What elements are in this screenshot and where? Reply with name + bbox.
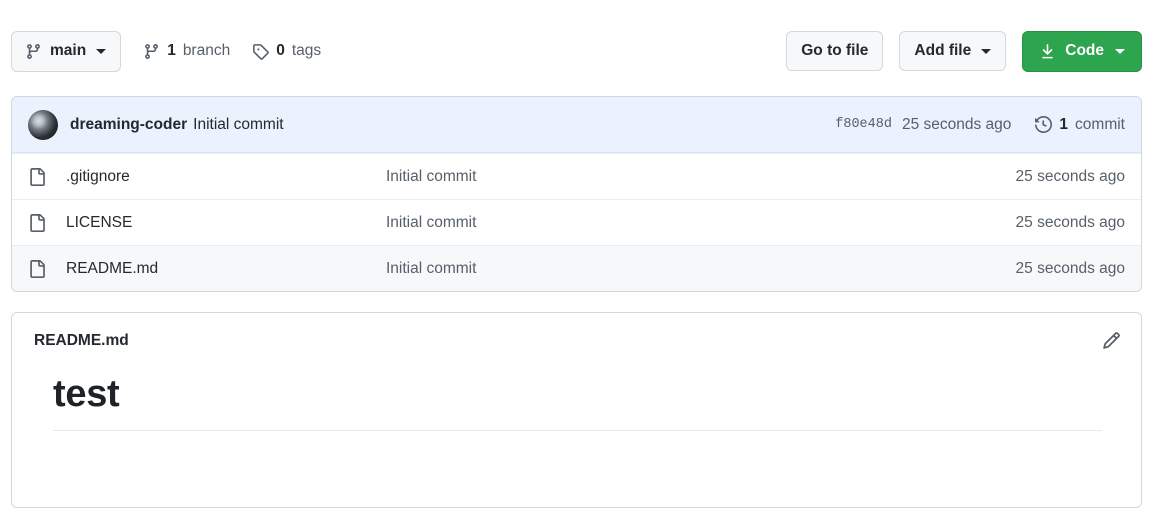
go-to-file-button[interactable]: Go to file — [786, 31, 884, 71]
download-icon — [1039, 43, 1056, 60]
commit-meta: f80e48d 25 seconds ago 1 commit — [835, 116, 1125, 134]
chevron-down-icon — [96, 48, 107, 54]
branches-count: 1 — [167, 42, 176, 59]
table-row[interactable]: README.md Initial commit 25 seconds ago — [12, 245, 1141, 291]
git-branch-icon — [143, 43, 160, 60]
git-branch-icon — [25, 43, 42, 60]
commit-count-label: commit — [1075, 115, 1125, 133]
readme-heading: test — [53, 373, 120, 415]
readme-content: test — [12, 350, 1141, 431]
file-commit-time: 25 seconds ago — [1015, 259, 1125, 277]
readme-title: README.md — [34, 331, 129, 349]
tags-label: tags — [291, 42, 322, 59]
branch-selector-label: main — [50, 42, 87, 59]
commit-time: 25 seconds ago — [901, 115, 1012, 133]
commit-message[interactable]: Initial commit — [193, 116, 283, 134]
add-file-label: Add file — [914, 42, 972, 59]
file-commit-message[interactable]: Initial commit — [386, 260, 925, 278]
file-name[interactable]: .gitignore — [66, 168, 386, 186]
history-icon — [1035, 116, 1053, 133]
file-commit-time: 25 seconds ago — [1015, 167, 1125, 185]
tags-count: 0 — [276, 42, 285, 59]
table-row[interactable]: LICENSE Initial commit 25 seconds ago — [12, 199, 1141, 245]
latest-commit-bar: dreaming-coder Initial commit f80e48d 25… — [12, 97, 1141, 153]
avatar[interactable] — [28, 109, 58, 140]
add-file-button[interactable]: Add file — [899, 31, 1007, 71]
chevron-down-icon — [981, 48, 992, 54]
branches-label: branch — [182, 42, 231, 59]
commit-sha[interactable]: f80e48d — [835, 117, 892, 132]
file-commit-message[interactable]: Initial commit — [386, 214, 925, 232]
branches-link[interactable]: 1 branch — [143, 42, 230, 60]
file-icon — [28, 213, 48, 232]
code-button-label: Code — [1065, 42, 1104, 59]
file-list-panel: dreaming-coder Initial commit f80e48d 25… — [11, 96, 1142, 292]
table-row[interactable]: .gitignore Initial commit 25 seconds ago — [12, 153, 1141, 199]
commit-history-link[interactable]: 1 commit — [1035, 116, 1125, 134]
file-name[interactable]: LICENSE — [66, 214, 386, 232]
readme-header: README.md — [12, 313, 1141, 350]
commit-count-number: 1 — [1059, 115, 1069, 133]
commit-author[interactable]: dreaming-coder — [70, 116, 187, 134]
file-icon — [28, 259, 48, 278]
branch-selector-button[interactable]: main — [11, 30, 122, 72]
code-button[interactable]: Code — [1022, 30, 1142, 72]
file-commit-message[interactable]: Initial commit — [386, 168, 925, 186]
pencil-icon[interactable] — [1102, 331, 1121, 350]
file-icon — [28, 167, 48, 186]
chevron-down-icon — [1115, 48, 1125, 54]
file-commit-time: 25 seconds ago — [1015, 213, 1125, 231]
heading-divider — [53, 429, 1102, 431]
go-to-file-label: Go to file — [801, 42, 869, 59]
file-name[interactable]: README.md — [66, 260, 386, 278]
tag-icon — [252, 43, 269, 60]
repository-page: main 1 branch 0 tags Go to file Add file… — [0, 0, 1153, 523]
repository-toolbar: main 1 branch 0 tags Go to file Add file… — [11, 28, 1142, 74]
readme-panel: README.md test — [11, 312, 1142, 508]
tags-link[interactable]: 0 tags — [252, 42, 321, 60]
